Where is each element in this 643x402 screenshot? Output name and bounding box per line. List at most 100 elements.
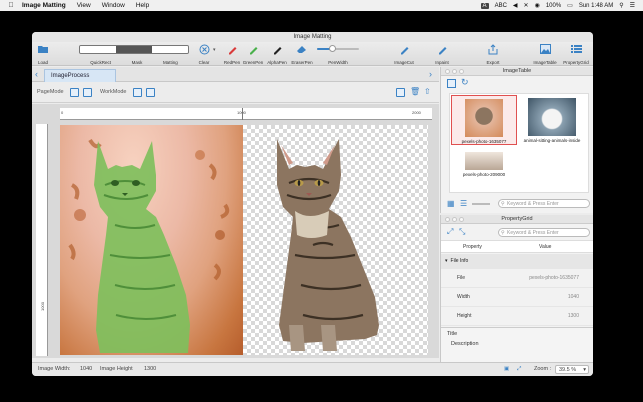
menu-app[interactable]: Image Matting: [22, 2, 66, 9]
export-button[interactable]: Export: [483, 43, 503, 65]
menu-view[interactable]: View: [77, 2, 91, 9]
volume-icon[interactable]: ◀: [513, 2, 518, 9]
source-image-mask-overlay[interactable]: [60, 125, 243, 355]
trash-icon[interactable]: 🗑: [410, 87, 420, 96]
zoom-icon[interactable]: [459, 217, 464, 222]
minimize-icon[interactable]: [452, 69, 457, 74]
alpha-pen-icon: [272, 43, 283, 55]
workmode-compare-icon[interactable]: [146, 88, 155, 97]
quickrect-segment[interactable]: [80, 45, 116, 53]
column-value[interactable]: Value: [539, 241, 551, 253]
thumbnail-label: pexels-photo-209000: [462, 172, 506, 177]
mode-bar: PageMode WorkMode 🗑 ⇧: [32, 83, 439, 103]
tab-next-icon[interactable]: ›: [429, 69, 432, 80]
window-title: Image Matting: [293, 34, 332, 40]
minimize-icon[interactable]: [452, 217, 457, 222]
clear-icon: [199, 43, 210, 55]
property-row[interactable]: Height 1300: [441, 307, 593, 326]
list-view-icon[interactable]: ☰: [460, 199, 467, 208]
bluetooth-icon[interactable]: ✕: [524, 2, 529, 9]
add-image-icon[interactable]: [447, 79, 456, 88]
zoom-icon[interactable]: [459, 69, 464, 74]
property-value: 1300: [567, 313, 579, 319]
imagecut-button[interactable]: ImageCut: [392, 43, 416, 65]
menu-help[interactable]: Help: [136, 2, 149, 9]
thumbnail-label: pexels-photo-1635077: [461, 139, 507, 144]
load-button[interactable]: Load: [35, 43, 51, 65]
grid-view-icon[interactable]: ▦: [447, 199, 455, 208]
propertygrid-header: Property Value: [441, 240, 593, 253]
share-small-icon[interactable]: ⇧: [424, 87, 431, 96]
propertygrid-search-icon: ⚲: [501, 230, 505, 236]
image-width-label: Image Width:: [38, 366, 71, 372]
fit-window-icon[interactable]: ▣: [504, 363, 509, 376]
imagetable-search-input[interactable]: ⚲ Keyword & Press Enter: [498, 199, 590, 208]
status-bar: Image Width: 1040 Image Height 1300 ▣ ⤢ …: [32, 362, 593, 376]
menu-window[interactable]: Window: [102, 2, 125, 9]
eraserpen-button[interactable]: EraserPen: [290, 43, 314, 65]
expand-all-icon[interactable]: ⤢: [447, 227, 453, 237]
greenpen-button[interactable]: GreenPen: [242, 43, 264, 65]
folder-icon: [38, 43, 48, 55]
toolbar: Load QuickRect Mask Matting Clear ▾ RedP…: [32, 42, 593, 66]
matting-segment[interactable]: [152, 45, 188, 53]
menu-bar:  Image Matting View Window Help A ABC ◀…: [0, 0, 643, 11]
apple-icon[interactable]: : [0, 2, 22, 9]
propertygrid-titlebar: PropertyGrid: [441, 215, 593, 224]
pagemode-grid-icon[interactable]: [83, 88, 92, 97]
image-height-value: 1300: [144, 366, 157, 372]
propertygrid-button[interactable]: PropertyGrid: [560, 43, 592, 65]
imagetable-title: ImageTable: [502, 68, 532, 74]
penwidth-slider[interactable]: [317, 45, 359, 52]
inpaint-button[interactable]: Inpaint: [432, 43, 452, 65]
canvas-area: 0 1000 2000 1000: [32, 104, 439, 358]
mask-segment[interactable]: [116, 45, 152, 53]
tab-prev-icon[interactable]: ‹: [35, 69, 38, 80]
clear-button[interactable]: Clear: [195, 43, 213, 65]
close-icon[interactable]: [445, 69, 450, 74]
battery-icon[interactable]: ▭: [567, 2, 573, 9]
actual-size-icon[interactable]: ⤢: [517, 363, 521, 376]
pagemode-single-icon[interactable]: [70, 88, 79, 97]
penwidth-slider-knob[interactable]: [328, 45, 336, 52]
column-property[interactable]: Property: [463, 241, 482, 253]
property-row[interactable]: File pexels-photo-1635077: [441, 269, 593, 288]
thumbnail-item[interactable]: pexels-photo-209000: [451, 149, 517, 177]
imagetable-search-icon: ⚲: [501, 201, 505, 207]
thumbnail-item[interactable]: animal-sitting-animals-inside: [519, 95, 585, 145]
redpen-button[interactable]: RedPen: [222, 43, 242, 65]
refresh-icon[interactable]: ↻: [461, 77, 469, 88]
input-source-icon[interactable]: A: [480, 2, 489, 9]
tab-imageprocess[interactable]: ImageProcess: [44, 69, 116, 82]
thumbnail-item[interactable]: pexels-photo-1635077: [451, 95, 517, 145]
imagetable-panel: ImageTable ↻ pexels-photo-1635077 animal…: [440, 67, 593, 213]
clear-dropdown-icon[interactable]: ▾: [213, 47, 216, 53]
alphapen-button[interactable]: AlphaPen: [266, 43, 288, 65]
spotlight-icon[interactable]: ⚲: [619, 2, 623, 9]
property-value: 1040: [567, 294, 579, 300]
view-image-icon[interactable]: [396, 88, 405, 97]
propertygrid-search-input[interactable]: ⚲ Keyword & Press Enter: [498, 228, 590, 237]
disclosure-triangle-icon[interactable]: ▾: [445, 258, 448, 264]
result-image-transparent[interactable]: [243, 125, 428, 355]
clock[interactable]: Sun 1:48 AM: [579, 3, 613, 9]
collapse-all-icon[interactable]: ⤡: [459, 227, 465, 237]
close-icon[interactable]: [445, 217, 450, 222]
panel-window-buttons: [445, 217, 464, 222]
property-row[interactable]: Width 1040: [441, 288, 593, 307]
thumb-size-slider[interactable]: [472, 203, 490, 205]
mode-segmented-control: QuickRect Mask Matting: [79, 43, 189, 65]
zoom-value: 39.5 %: [559, 367, 577, 373]
thumbnail-image: [528, 98, 576, 136]
imagetable-button[interactable]: ImageTable: [532, 43, 558, 65]
masked-cat-image: [68, 138, 230, 353]
zoom-select[interactable]: 39.5 % ▾: [555, 365, 589, 374]
property-group-file-info[interactable]: ▾ File Info: [441, 254, 593, 269]
control-center-icon[interactable]: ☰: [630, 2, 635, 9]
quickrect-label: QuickRect: [90, 60, 112, 65]
imagetable-titlebar: ImageTable: [441, 67, 593, 76]
propertygrid-search-placeholder: Keyword & Press Enter: [507, 230, 559, 236]
battery-percent: 100%: [545, 2, 562, 9]
workmode-edit-icon[interactable]: [133, 88, 142, 97]
wifi-icon[interactable]: ◉: [535, 2, 540, 9]
